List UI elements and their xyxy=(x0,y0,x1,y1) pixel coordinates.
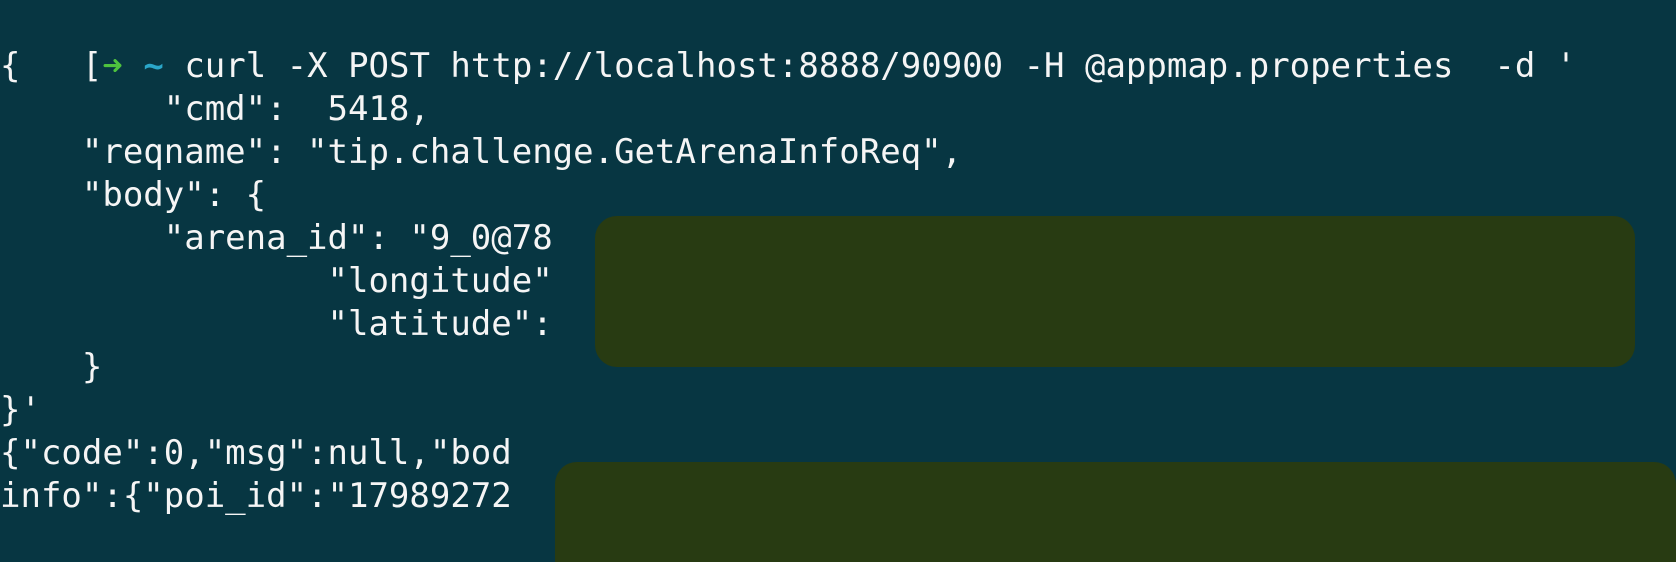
output-line: "cmd": 5418, xyxy=(0,89,430,129)
redaction-block-response xyxy=(555,462,1676,562)
prompt-arrow-icon: ➜ xyxy=(102,46,123,86)
redaction-block-request xyxy=(595,216,1635,367)
output-line: } xyxy=(0,347,103,387)
output-line: "reqname": "tip.challenge.GetArenaInfoRe… xyxy=(0,132,963,172)
output-line: "body": { xyxy=(0,175,267,215)
prompt-cwd: ~ xyxy=(143,46,164,86)
output-line: "longitude" xyxy=(0,261,553,301)
command-line: [➜ ~ curl -X POST http://localhost:8888/… xyxy=(0,0,1576,86)
output-line: "latitude": xyxy=(0,304,553,344)
output-line: info":{"poi_id":"17989272 xyxy=(0,476,512,516)
output-line: { xyxy=(0,46,21,86)
output-line: {"code":0,"msg":null,"bod xyxy=(0,433,512,473)
output-line: }' xyxy=(0,390,41,430)
terminal-window[interactable]: [➜ ~ curl -X POST http://localhost:8888/… xyxy=(0,0,1676,562)
command-text: curl -X POST http://localhost:8888/90900… xyxy=(184,46,1577,86)
prompt-bracket: [ xyxy=(81,46,103,86)
output-line: "arena_id": "9_0@78 xyxy=(0,218,553,258)
